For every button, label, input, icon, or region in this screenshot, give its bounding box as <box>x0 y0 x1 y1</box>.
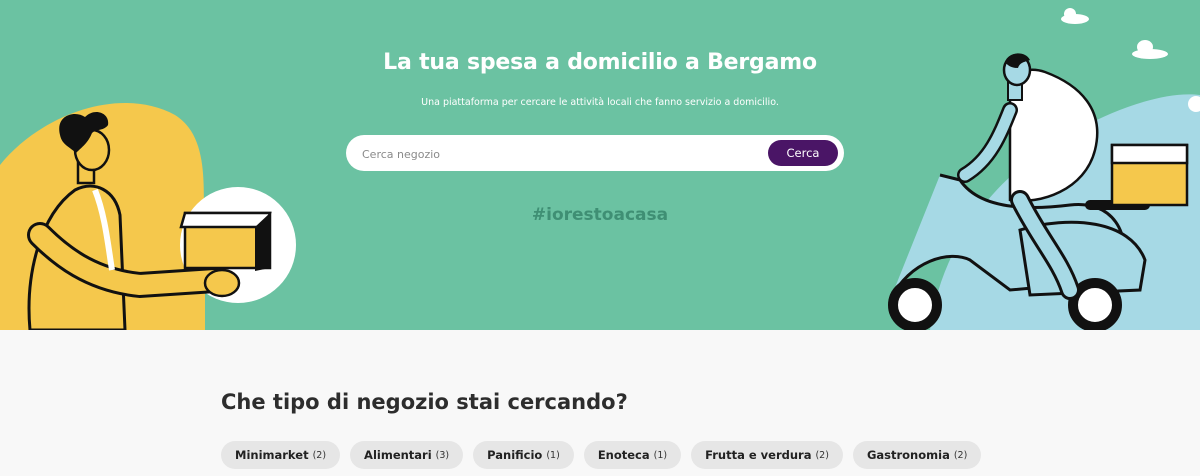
category-chip-count: (2) <box>815 449 829 461</box>
search-button[interactable]: Cerca <box>768 140 838 166</box>
category-chip-label: Minimarket <box>235 448 309 462</box>
search-input[interactable] <box>360 135 764 173</box>
hero-title: La tua spesa a domicilio a Bergamo <box>383 50 817 75</box>
category-chip-label: Frutta e verdura <box>705 448 812 462</box>
category-chip-label: Panificio <box>487 448 543 462</box>
category-chip-label: Alimentari <box>364 448 432 462</box>
category-chip-panificio[interactable]: Panificio (1) <box>473 441 574 469</box>
category-chip-label: Gastronomia <box>866 448 950 462</box>
category-chip-enoteca[interactable]: Enoteca (1) <box>583 441 682 469</box>
search-bar: Cerca <box>346 135 844 173</box>
category-chip-count: (2) <box>953 449 968 461</box>
category-chip-label: Enoteca <box>597 448 650 462</box>
category-chip-gastronomia[interactable]: Gastronomia (2) <box>852 441 982 469</box>
category-chip-alimentari[interactable]: Alimentari (3) <box>350 441 464 469</box>
hashtag-text: #iorestoacasa <box>531 205 669 225</box>
category-chips: Minimarket (2) Alimentari (3) Panificio … <box>221 441 982 469</box>
category-chip-count: (1) <box>653 449 668 461</box>
category-chip-count: (2) <box>312 449 327 461</box>
category-chip-frutta-e-verdura[interactable]: Frutta e verdura (2) <box>691 441 843 469</box>
hero-section: La tua spesa a domicilio a Bergamo Una p… <box>0 0 1200 330</box>
category-chip-count: (3) <box>435 449 450 461</box>
category-chip-minimarket[interactable]: Minimarket (2) <box>221 441 341 469</box>
category-chip-count: (1) <box>546 449 560 461</box>
hero-subtitle: Una piattaforma per cercare le attività … <box>421 97 779 108</box>
categories-title: Che tipo di negozio stai cercando? <box>221 390 628 414</box>
